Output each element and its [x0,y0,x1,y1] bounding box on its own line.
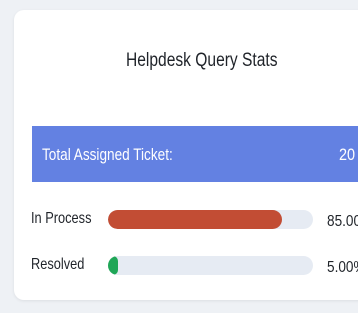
card-title: Helpdesk Query Stats [126,50,278,71]
resolved-progress-track [108,256,313,275]
in-process-percent: 85.00% [327,213,358,230]
in-process-label: In Process [31,210,92,227]
resolved-progress-fill [108,256,119,275]
total-assigned-value: 20 [339,145,356,164]
total-assigned-label: Total Assigned Ticket: [42,145,173,164]
resolved-percent: 5.00% [327,259,358,276]
in-process-progress-track [108,210,313,229]
total-assigned-banner: Total Assigned Ticket: 20 [32,126,358,182]
in-process-progress-fill [108,210,283,229]
helpdesk-stats-card: Helpdesk Query Stats Total Assigned Tick… [14,10,358,300]
resolved-label: Resolved [31,256,85,273]
